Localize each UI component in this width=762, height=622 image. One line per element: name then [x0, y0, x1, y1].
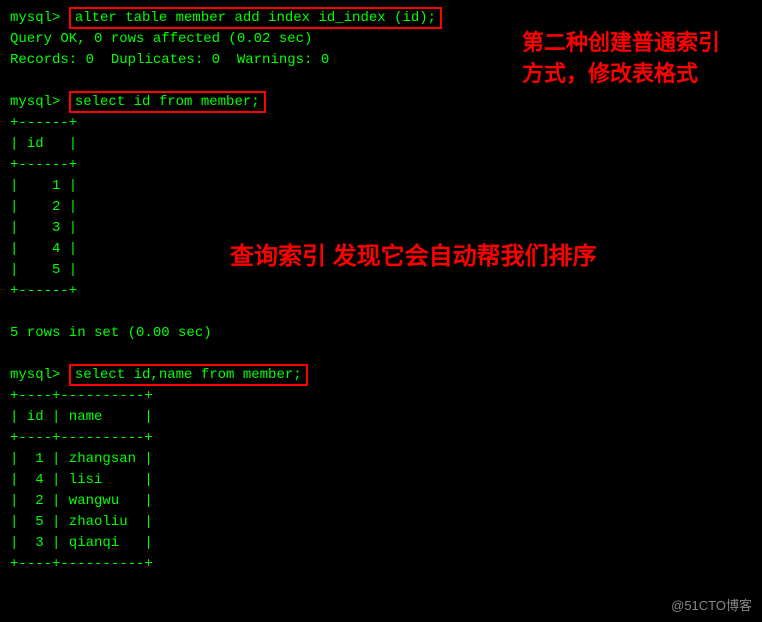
line-20: | 1 | zhangsan | — [10, 449, 752, 470]
line-blank-3 — [10, 344, 752, 365]
annotation-index-creation: 第二种创建普通索引 方式，修改表格式 — [522, 28, 742, 90]
line-8: +------+ — [10, 155, 752, 176]
line-5: mysql> select id from member; — [10, 92, 752, 113]
line-23: | 5 | zhaoliu | — [10, 512, 752, 533]
line-blank-2 — [10, 302, 752, 323]
line-25: +----+----------+ — [10, 554, 752, 575]
prompt-3: mysql> — [10, 367, 69, 383]
line-21: | 4 | lisi | — [10, 470, 752, 491]
line-19: +----+----------+ — [10, 428, 752, 449]
annotation-auto-sort: 查询索引 发现它会自动帮我们排序 — [230, 240, 610, 274]
line-18: | id | name | — [10, 407, 752, 428]
prompt-1: mysql> — [10, 10, 69, 26]
line-9: | 1 | — [10, 176, 752, 197]
line-15: 5 rows in set (0.00 sec) — [10, 323, 752, 344]
line-1: mysql> alter table member add index id_i… — [10, 8, 752, 29]
cmd-2: select id from member; — [69, 91, 266, 113]
line-17: +----+----------+ — [10, 386, 752, 407]
line-10: | 2 | — [10, 197, 752, 218]
line-22: | 2 | wangwu | — [10, 491, 752, 512]
cmd-1: alter table member add index id_index (i… — [69, 7, 442, 29]
line-24: | 3 | qianqi | — [10, 533, 752, 554]
line-6: +------+ — [10, 113, 752, 134]
line-7: | id | — [10, 134, 752, 155]
watermark: @51CTO博客 — [671, 595, 752, 614]
line-11: | 3 | — [10, 218, 752, 239]
cmd-3: select id,name from member; — [69, 364, 308, 386]
prompt-2: mysql> — [10, 94, 69, 110]
line-14: +------+ — [10, 281, 752, 302]
line-16: mysql> select id,name from member; — [10, 365, 752, 386]
